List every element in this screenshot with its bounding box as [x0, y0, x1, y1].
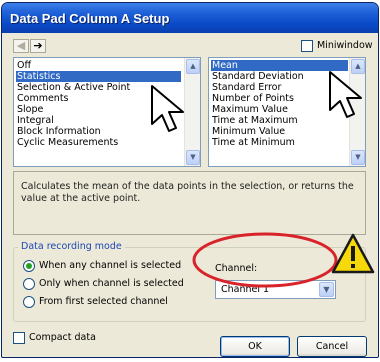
window-title: Data Pad Column A Setup [10, 11, 170, 26]
channel-label: Channel: [215, 263, 258, 274]
scroll-up-icon[interactable]: ▲ [351, 59, 365, 74]
dialog-window: Data Pad Column A Setup ◀ ➔ Miniwindow O… [1, 2, 379, 358]
category-item[interactable]: Slope [16, 104, 43, 115]
dialog-client-area: ◀ ➔ Miniwindow Off Statistics Selection … [6, 33, 374, 357]
category-item[interactable]: Cyclic Measurements [16, 137, 118, 148]
compact-data-label: Compact data [29, 332, 96, 343]
chevron-down-icon[interactable]: ▼ [319, 282, 334, 297]
radio-only-channel[interactable] [23, 278, 35, 290]
radio-first-channel[interactable] [23, 296, 35, 308]
category-scrollbar[interactable]: ▲ ▼ [184, 58, 200, 166]
function-item[interactable]: Maximum Value [211, 104, 288, 115]
category-item[interactable]: Integral [16, 115, 54, 126]
radio-label: From first selected channel [39, 296, 168, 307]
function-scrollbar[interactable]: ▲ ▼ [349, 58, 365, 166]
function-item-selected[interactable]: Mean [211, 60, 348, 71]
title-bar[interactable]: Data Pad Column A Setup [2, 3, 378, 33]
scroll-up-icon[interactable]: ▲ [186, 59, 200, 74]
scroll-down-icon[interactable]: ▼ [351, 150, 365, 165]
radio-label: When any channel is selected [39, 260, 182, 271]
scroll-down-icon[interactable]: ▼ [186, 150, 200, 165]
recording-mode-title: Data recording mode [18, 241, 125, 252]
channel-select[interactable]: Channel 1 ▼ [215, 280, 336, 299]
function-item[interactable]: Number of Points [211, 93, 294, 104]
function-listbox[interactable]: Mean Standard Deviation Standard Error N… [208, 57, 366, 167]
category-listbox[interactable]: Off Statistics Selection & Active Point … [13, 57, 201, 167]
category-item[interactable]: Off [16, 60, 181, 71]
function-item[interactable]: Time at Maximum [211, 115, 298, 126]
forward-arrow-icon[interactable]: ➔ [30, 39, 46, 53]
category-item[interactable]: Selection & Active Point [16, 82, 130, 93]
function-item[interactable]: Minimum Value [211, 126, 285, 137]
miniwindow-checkbox[interactable] [301, 40, 313, 52]
compact-data-checkbox[interactable] [13, 332, 25, 344]
function-description: Calculates the mean of the data points i… [13, 171, 366, 235]
category-item-selected[interactable]: Statistics [16, 71, 181, 82]
category-item[interactable]: Comments [16, 93, 69, 104]
function-item[interactable]: Time at Minimum [211, 137, 295, 148]
back-arrow-icon[interactable]: ◀ [13, 39, 29, 53]
channel-select-value: Channel 1 [221, 284, 270, 295]
radio-label: Only when channel is selected [39, 278, 184, 289]
function-item[interactable]: Standard Deviation [211, 71, 304, 82]
miniwindow-label: Miniwindow [317, 40, 373, 51]
radio-any-channel[interactable] [23, 260, 35, 272]
category-item[interactable]: Block Information [16, 126, 101, 137]
function-item[interactable]: Standard Error [211, 82, 281, 93]
cancel-button[interactable]: Cancel [297, 336, 367, 357]
ok-button[interactable]: OK [220, 336, 290, 357]
warning-triangle-icon [331, 233, 375, 274]
radio-selected-dot [26, 263, 32, 269]
